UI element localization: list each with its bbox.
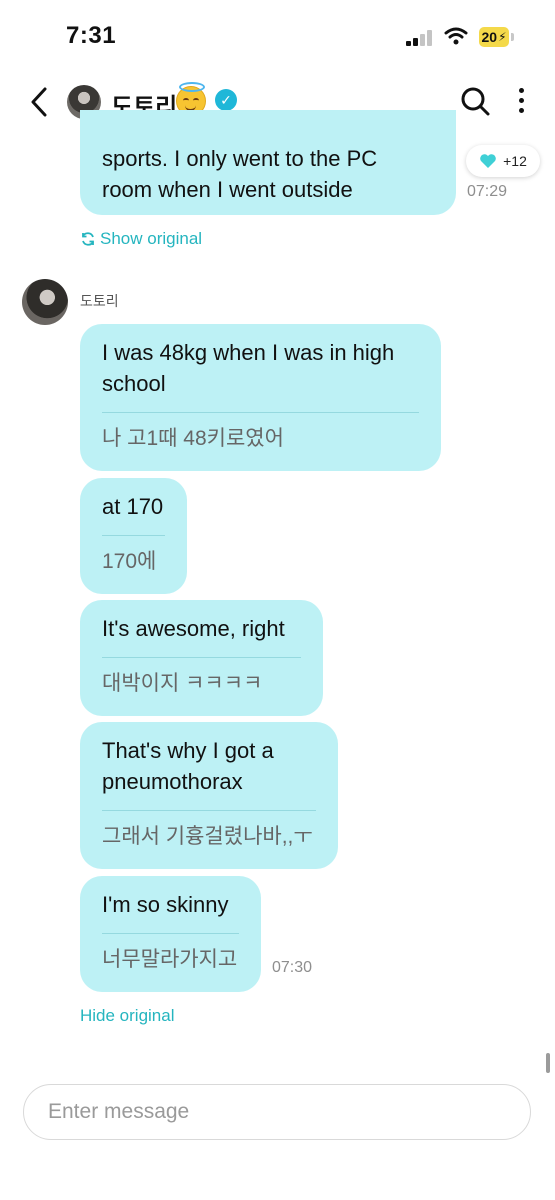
show-original-link[interactable]: Show original: [80, 229, 202, 249]
translation-divider: [102, 657, 301, 658]
battery-indicator: 20 ⚡: [479, 27, 509, 47]
message-input[interactable]: [46, 1099, 510, 1125]
message-bubble[interactable]: I was 48kg when I was in high school 나 고…: [80, 324, 441, 471]
message-composer[interactable]: [23, 1084, 531, 1140]
original-text: 나 고1때 48키로였어: [102, 427, 284, 450]
battery-tip: [511, 33, 514, 41]
charging-bolt-icon: ⚡: [498, 30, 507, 44]
message-timestamp: 07:29: [467, 183, 508, 200]
sender-avatar[interactable]: [22, 279, 68, 325]
more-vertical-icon[interactable]: [518, 88, 526, 114]
verified-check-icon: ✓: [215, 89, 237, 111]
wifi-icon: [444, 27, 468, 45]
translation-divider: [102, 933, 239, 934]
cellular-signal-icon: [406, 30, 434, 46]
scrollbar-thumb[interactable]: [546, 1053, 550, 1073]
reaction-badge[interactable]: +12: [466, 145, 540, 177]
message-bubble[interactable]: It's awesome, right 대박이지 ㅋㅋㅋㅋ: [80, 600, 323, 716]
translation-divider: [102, 412, 419, 413]
message-text: I was 48kg when I was in high school: [102, 340, 395, 396]
translation-divider: [102, 810, 316, 811]
message-text: That's why I got a pneumothorax: [102, 738, 274, 794]
reaction-count: +12: [503, 153, 527, 169]
heart-icon: [480, 154, 496, 168]
message-bubble[interactable]: sports. I only went to the PC room when …: [80, 110, 456, 215]
battery-level: 20: [481, 29, 498, 45]
message-timestamp: 07:30: [272, 959, 313, 976]
search-icon[interactable]: [460, 86, 490, 116]
message-bubble[interactable]: at 170 170에: [80, 478, 187, 594]
hide-original-link[interactable]: Hide original: [80, 1006, 175, 1026]
status-time: 7:31: [66, 22, 117, 49]
back-arrow-icon[interactable]: [28, 87, 50, 117]
original-text: 170에: [102, 550, 157, 573]
message-bubble[interactable]: That's why I got a pneumothorax 그래서 기흉걸렸…: [80, 722, 338, 869]
message-text: room when I went outside: [102, 177, 353, 202]
original-text: 그래서 기흉걸렸나바,,ㅜ: [102, 825, 313, 848]
original-text: 너무말라가지고: [102, 948, 238, 971]
translate-refresh-icon: [82, 232, 94, 246]
original-text: 대박이지 ㅋㅋㅋㅋ: [102, 672, 263, 695]
message-bubble[interactable]: I'm so skinny 너무말라가지고: [80, 876, 261, 992]
message-text: I'm so skinny: [102, 892, 229, 917]
sender-name: 도토리: [80, 293, 119, 309]
message-text: sports. I only went to the PC: [102, 146, 378, 171]
show-original-label: Show original: [100, 229, 203, 248]
translation-divider: [102, 535, 165, 536]
message-text: at 170: [102, 494, 164, 519]
message-text: It's awesome, right: [102, 616, 285, 641]
